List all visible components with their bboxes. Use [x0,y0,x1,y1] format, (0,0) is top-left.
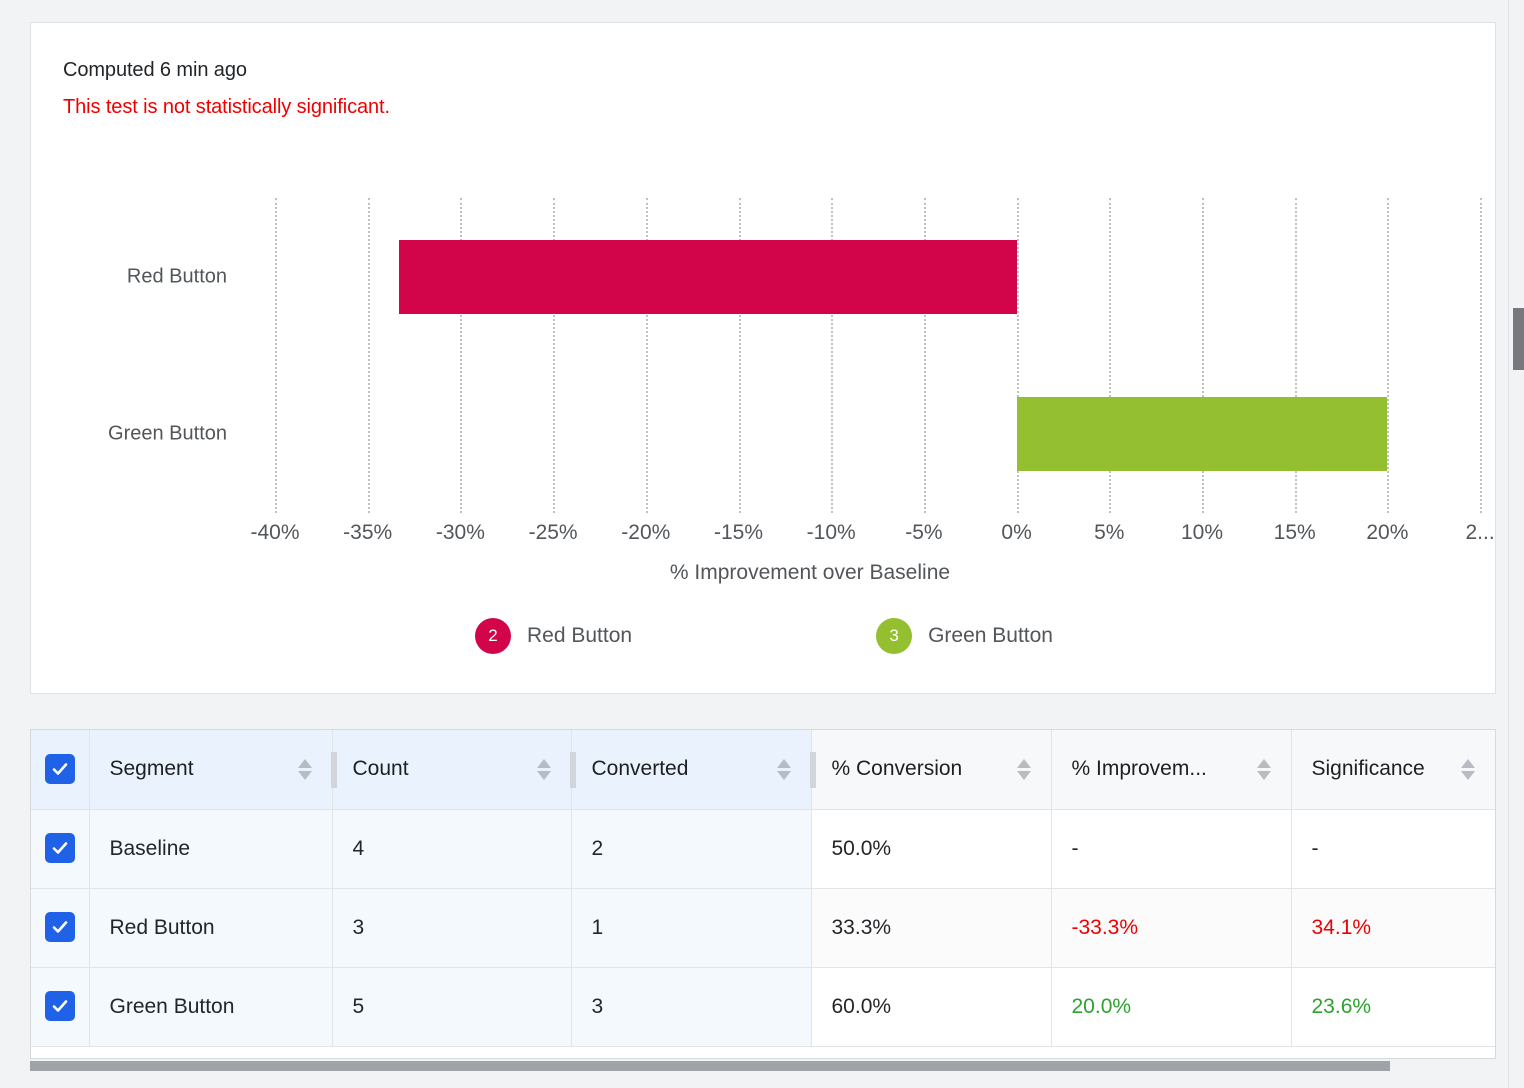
cell-pct-conversion: 60.0% [811,967,1052,1047]
sort-arrows-icon[interactable] [1461,758,1475,780]
bar-green-button[interactable] [1016,397,1388,472]
x-tick-label: 10% [1180,521,1224,544]
legend-item-red-button[interactable]: 2 Red Button [475,618,632,654]
gridline [367,198,370,513]
cell-converted: 1 [571,888,812,968]
table-row[interactable]: Red Button 3 1 33.3% -33.3% 34.1% [31,888,1495,968]
gridline [1387,198,1390,513]
cell-count: 5 [332,967,572,1047]
table-row[interactable]: Baseline 4 2 50.0% - - [31,809,1495,889]
row-select-cell [31,888,90,968]
cell-significance: 23.6% [1291,967,1495,1047]
sort-arrows-icon[interactable] [1016,758,1031,780]
cell-segment: Green Button [89,967,333,1047]
table-row[interactable]: Green Button 5 3 60.0% 20.0% 23.6% [31,967,1495,1047]
cell-significance: - [1291,809,1495,889]
table-horizontal-scrollbar[interactable] [30,1060,1496,1072]
bar-red-button[interactable] [399,239,1017,314]
column-header-segment[interactable]: Segment [89,730,337,810]
cell-converted: 2 [571,809,812,889]
x-tick-label: -5% [905,521,943,544]
chart-legend: 2 Red Button 3 Green Button [31,618,1497,654]
y-axis-category-label: Red Button [126,265,227,288]
cell-pct-conversion: 50.0% [811,809,1052,889]
table-head: Segment Count Converted % Conversion % I… [31,730,1495,810]
column-header-significance-label: Significance [1311,757,1425,781]
column-header-segment-label: Segment [109,757,194,781]
table-horizontal-scrollbar-thumb[interactable] [30,1061,1390,1071]
x-tick-label: 15% [1273,521,1316,544]
legend-swatch-green: 3 [876,618,913,654]
sort-arrows-icon[interactable] [1256,758,1271,780]
row-checkbox[interactable] [44,912,75,942]
page-scrollbar[interactable] [1508,0,1524,1088]
column-header-pct-conversion[interactable]: % Conversion [811,730,1052,810]
cell-pct-improvement: - [1051,809,1292,889]
x-tick-label: -10% [806,521,856,544]
segment-results-table-container: Segment Count Converted % Conversion % I… [30,729,1496,1059]
table-header-row: Segment Count Converted % Conversion % I… [31,730,1495,810]
cell-converted: 3 [571,967,812,1047]
column-header-pct-conversion-label: % Conversion [831,757,963,781]
row-select-cell [31,967,90,1047]
x-tick-label: 20% [1366,521,1409,544]
sort-arrows-icon[interactable] [776,758,791,780]
gridline [275,198,277,513]
table-body: Baseline 4 2 50.0% - - Red Button 3 1 33.3% -33.3%… [31,809,1495,1047]
gridline [1480,198,1483,513]
row-checkbox[interactable] [44,991,75,1021]
cell-count: 3 [332,888,572,968]
select-all-checkbox[interactable] [44,753,75,784]
column-header-converted-label: Converted [591,757,689,781]
legend-swatch-red: 2 [475,618,511,654]
y-axis-category-label: Green Button [108,422,227,445]
column-resize-handle-converted[interactable] [809,752,816,788]
x-tick-label: 0% [1001,521,1032,544]
legend-label-red: Red Button [527,624,633,647]
experiment-results-card: Computed 6 min ago This test is not stat… [30,22,1496,694]
x-tick-label: -30% [435,521,485,544]
column-header-pct-improvement-label: % Improvem... [1071,757,1207,781]
column-resize-handle-segment[interactable] [330,752,337,788]
page-scrollbar-thumb[interactable] [1513,308,1524,370]
cell-pct-conversion: 33.3% [811,888,1052,968]
column-header-significance[interactable]: Significance [1291,730,1495,810]
x-tick-label: 2... [1465,521,1495,544]
column-header-count-label: Count [352,757,409,781]
column-resize-handle-count[interactable] [569,752,576,788]
sort-arrows-icon[interactable] [297,758,312,780]
row-checkbox[interactable] [44,833,75,863]
x-tick-label: -15% [713,521,764,544]
x-tick-label: -25% [528,521,578,544]
cell-pct-improvement: -33.3% [1051,888,1292,968]
cell-pct-improvement: 20.0% [1051,967,1292,1047]
legend-label-green: Green Button [928,624,1053,647]
legend-item-green-button[interactable]: 3 Green Button [876,618,1053,654]
cell-segment: Red Button [89,888,333,968]
column-header-pct-improvement[interactable]: % Improvem... [1051,730,1292,810]
row-select-cell [31,809,90,889]
x-tick-label: -40% [250,521,300,544]
cell-segment: Baseline [89,809,333,889]
x-tick-label: 5% [1094,521,1125,544]
column-header-count[interactable]: Count [332,730,576,810]
column-header-converted[interactable]: Converted [571,730,816,810]
segment-results-table: Segment Count Converted % Conversion % I… [31,730,1495,1047]
cell-significance: 34.1% [1291,888,1495,968]
sort-arrows-icon[interactable] [536,758,551,780]
improvement-bar-chart: -40% -35% -30% -25% -20% -15% -10% -5% 0% 5% 10% 15… [31,23,1497,695]
x-tick-label: -20% [621,521,671,544]
x-tick-label: -35% [343,521,393,544]
cell-count: 4 [332,809,572,889]
chart-x-axis-title-text: % Improvement over Baseline [669,561,951,584]
select-all-header [31,730,90,810]
chart-x-axis-title: % Improvement over Baseline [31,561,1497,585]
